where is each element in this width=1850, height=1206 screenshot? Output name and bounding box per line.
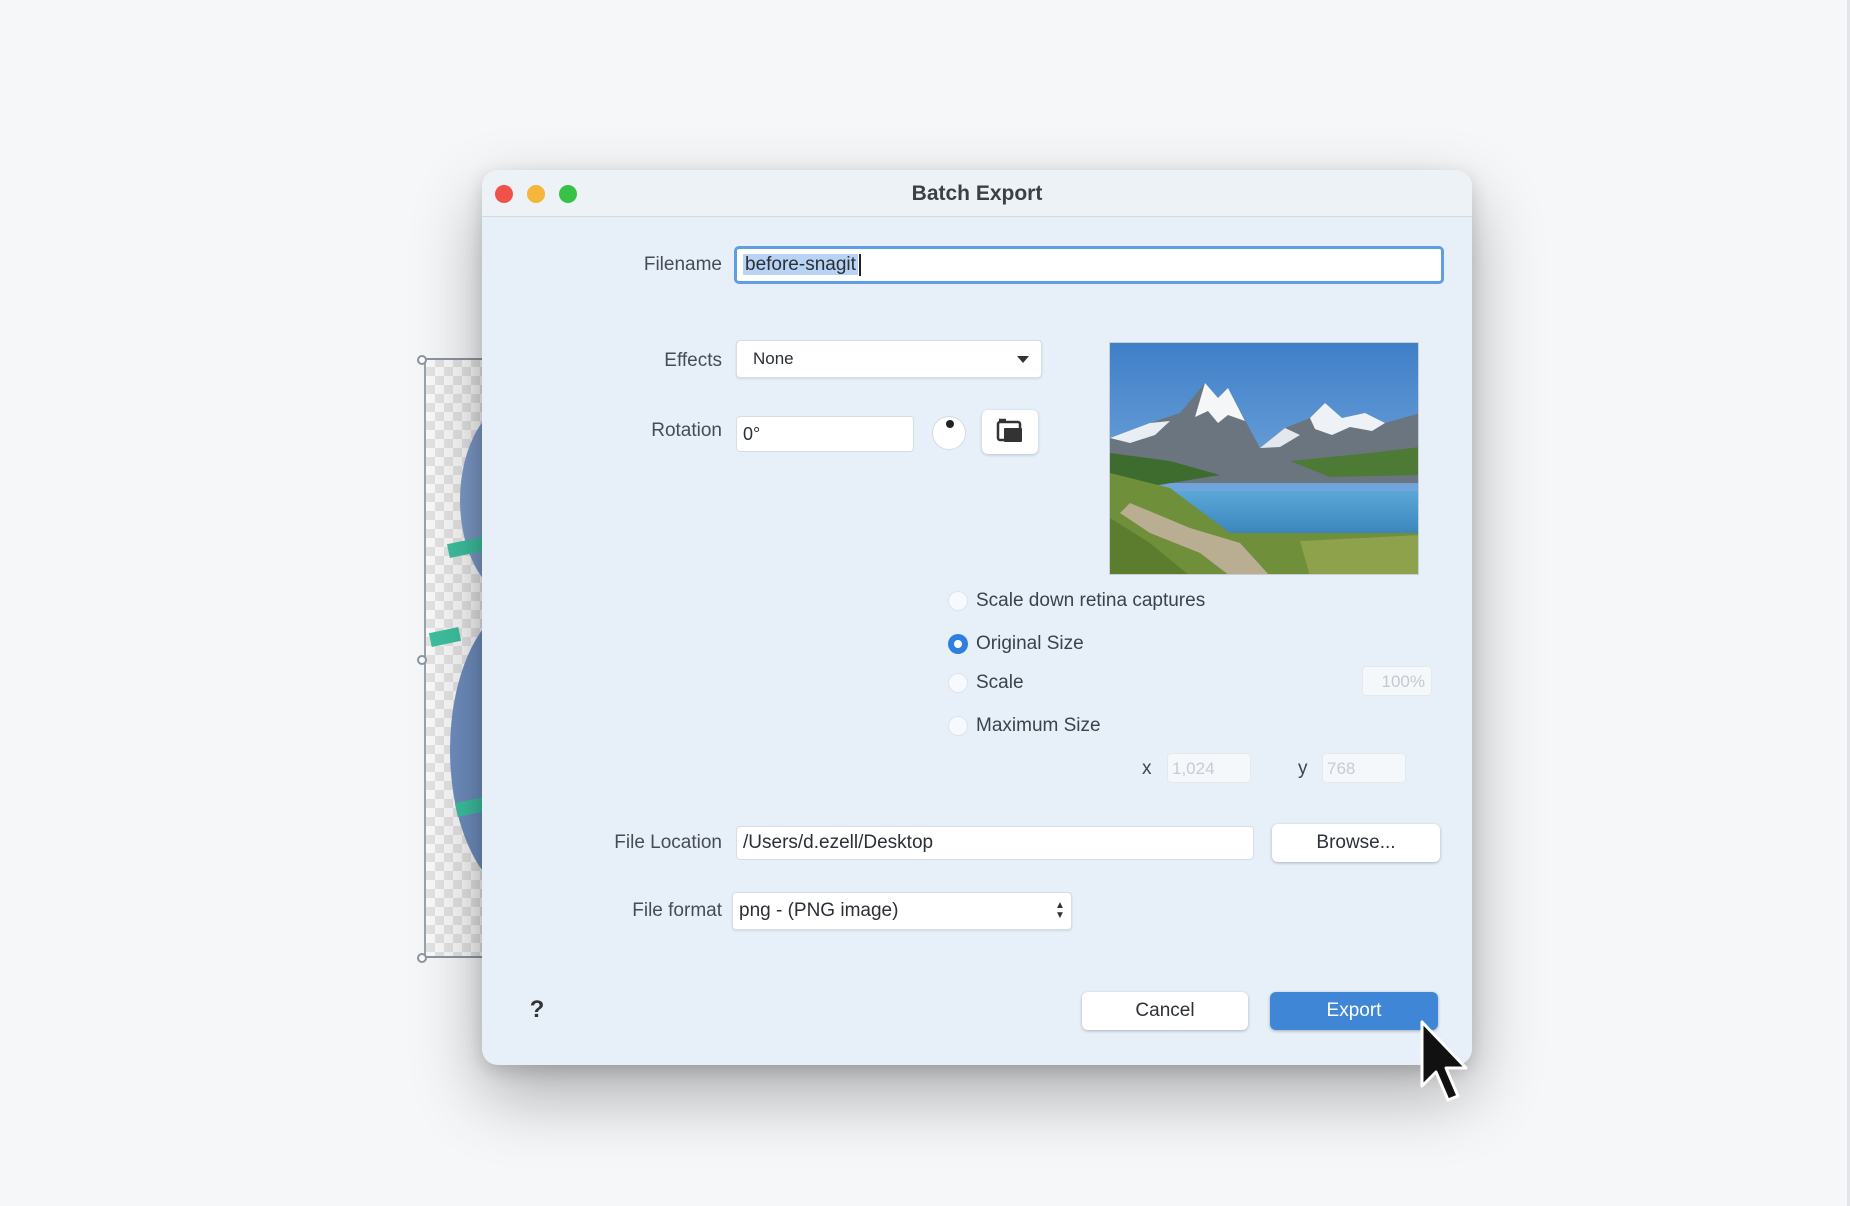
selection-handle[interactable] <box>417 953 427 963</box>
image-preview <box>1109 342 1419 575</box>
rotate-image-icon <box>996 418 1022 442</box>
effects-value: None <box>753 349 794 368</box>
file-format-value: png - (PNG image) <box>739 900 899 921</box>
scale-input[interactable]: 100% <box>1362 666 1432 696</box>
filename-label: Filename <box>643 254 722 275</box>
rotate-image-button[interactable] <box>982 410 1038 454</box>
effects-label: Effects <box>664 350 722 371</box>
selection-handle[interactable] <box>417 355 427 365</box>
y-label: y <box>1298 758 1308 779</box>
effects-select[interactable]: None <box>736 340 1042 378</box>
maximum-size-label: Maximum Size <box>976 715 1101 736</box>
maximum-size-radio[interactable] <box>948 716 968 736</box>
rotation-dial-icon[interactable] <box>932 416 966 450</box>
retina-label: Scale down retina captures <box>976 590 1206 611</box>
caret-down-icon <box>1017 356 1029 363</box>
file-format-label: File format <box>632 900 722 921</box>
stepper-arrows-icon: ▲ ▼ <box>1055 900 1065 921</box>
rotation-dial-marker <box>946 420 954 428</box>
scale-radio[interactable] <box>948 673 968 693</box>
title-bar: Batch Export <box>482 170 1472 217</box>
mountain-lake-thumbnail <box>1110 343 1418 574</box>
filename-input[interactable]: before-snagit <box>734 246 1444 284</box>
file-format-select[interactable]: png - (PNG image) ▲ ▼ <box>732 892 1072 930</box>
file-location-label: File Location <box>614 832 722 853</box>
export-button[interactable]: Export <box>1270 992 1438 1030</box>
dialog-title: Batch Export <box>911 182 1043 205</box>
scale-label: Scale <box>976 672 1024 693</box>
browse-button[interactable]: Browse... <box>1272 824 1440 862</box>
original-size-radio[interactable] <box>948 634 968 654</box>
batch-export-dialog: Batch Export Filename before-snagit Effe… <box>482 170 1472 1065</box>
cancel-button[interactable]: Cancel <box>1082 992 1248 1030</box>
text-caret <box>858 253 861 276</box>
x-label: x <box>1142 758 1152 779</box>
rotation-label: Rotation <box>651 420 722 441</box>
selection-border <box>424 358 482 360</box>
selection-handle[interactable] <box>417 655 427 665</box>
file-location-input[interactable]: /Users/d.ezell/Desktop <box>736 826 1254 860</box>
retina-checkbox[interactable] <box>948 591 968 611</box>
mouse-pointer-icon <box>1420 1020 1468 1102</box>
original-size-label: Original Size <box>976 633 1084 654</box>
help-icon[interactable]: ? <box>524 995 550 1025</box>
max-width-input[interactable]: 1,024 <box>1167 753 1251 783</box>
selection-border <box>424 956 482 958</box>
max-height-input[interactable]: 768 <box>1322 753 1406 783</box>
rotation-input[interactable]: 0° <box>736 416 914 452</box>
filename-value: before-snagit <box>743 254 858 275</box>
